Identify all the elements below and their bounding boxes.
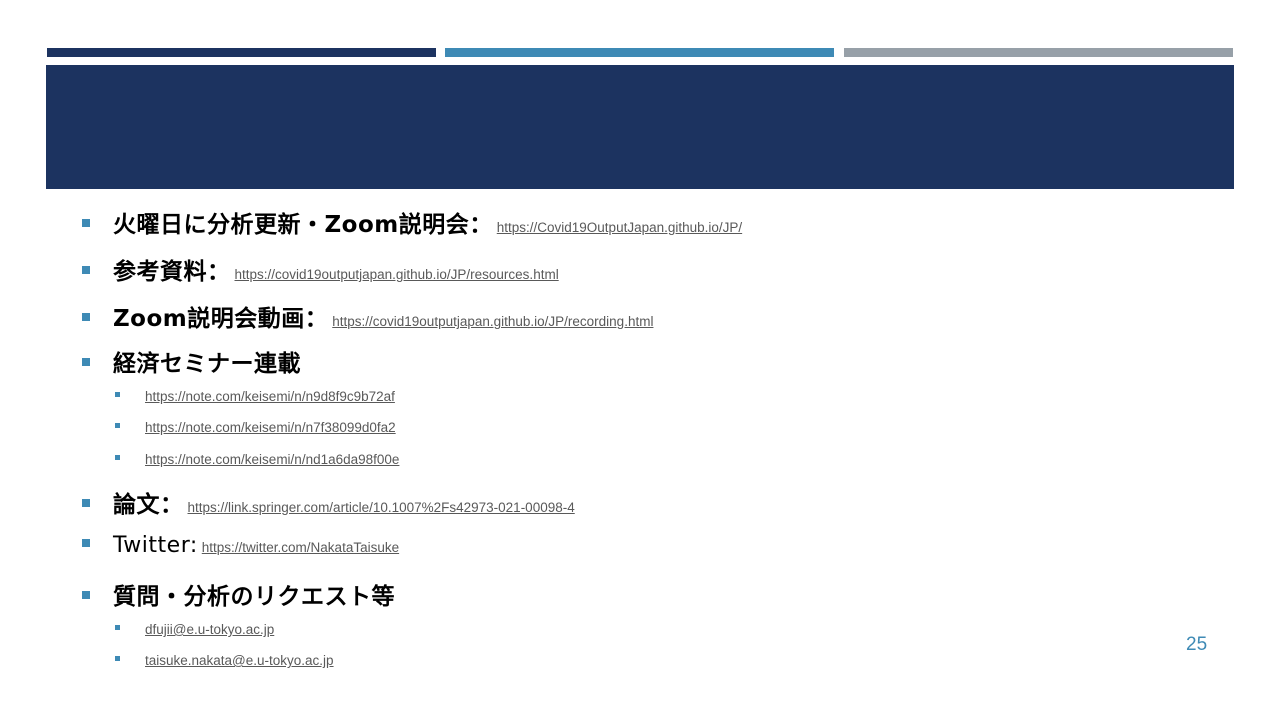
bullet-icon: [82, 358, 90, 366]
item-label: 火曜日に分析更新・Zoom説明会：: [113, 212, 493, 238]
item-label: Zoom説明会動画：: [113, 306, 329, 332]
link-twitter[interactable]: https://twitter.com/NakataTaisuke: [202, 540, 399, 555]
item-label: 参考資料：: [113, 259, 231, 285]
link-email-fujii[interactable]: dfujii@e.u-tokyo.ac.jp: [145, 622, 274, 637]
header-stripe-navy: [47, 48, 436, 57]
list-item-twitter: Twitter: https://twitter.com/NakataTaisu…: [82, 533, 399, 558]
link-note-2[interactable]: https://note.com/keisemi/n/n7f38099d0fa2: [145, 420, 396, 435]
link-email-nakata[interactable]: taisuke.nakata@e.u-tokyo.ac.jp: [145, 653, 334, 668]
bullet-icon: [82, 313, 90, 321]
link-note-3[interactable]: https://note.com/keisemi/n/nd1a6da98f00e: [145, 452, 399, 467]
item-label: 質問・分析のリクエスト等: [113, 584, 395, 610]
bullet-icon: [82, 499, 90, 507]
bullet-icon: [82, 539, 90, 547]
header-stripe-blue: [445, 48, 834, 57]
list-item-resources: 参考資料： https://covid19outputjapan.github.…: [82, 252, 559, 286]
link-recording[interactable]: https://covid19outputjapan.github.io/JP/…: [332, 314, 653, 329]
sub-list-item: taisuke.nakata@e.u-tokyo.ac.jp: [115, 653, 334, 668]
list-item-seminar-series: 経済セミナー連載: [82, 344, 301, 378]
sub-list-item: dfujii@e.u-tokyo.ac.jp: [115, 622, 274, 637]
bullet-icon: [82, 266, 90, 274]
sub-list-item: https://note.com/keisemi/n/n9d8f9c9b72af: [115, 389, 395, 404]
list-item-paper: 論文： https://link.springer.com/article/10…: [82, 485, 575, 519]
sub-bullet-icon: [115, 625, 120, 630]
link-github-jp[interactable]: https://Covid19OutputJapan.github.io/JP/: [497, 220, 742, 235]
sub-bullet-icon: [115, 392, 120, 397]
sub-list-item: https://note.com/keisemi/n/n7f38099d0fa2: [115, 420, 396, 435]
list-item-zoom-video: Zoom説明会動画： https://covid19outputjapan.gi…: [82, 299, 653, 333]
sub-list-item: https://note.com/keisemi/n/nd1a6da98f00e: [115, 452, 399, 467]
link-note-1[interactable]: https://note.com/keisemi/n/n9d8f9c9b72af: [145, 389, 395, 404]
list-item-requests: 質問・分析のリクエスト等: [82, 577, 395, 611]
item-label: Twitter:: [113, 533, 198, 558]
sub-bullet-icon: [115, 455, 120, 460]
page-number: 25: [1186, 634, 1208, 655]
bullet-icon: [82, 591, 90, 599]
list-item-analysis-update: 火曜日に分析更新・Zoom説明会： https://Covid19OutputJ…: [82, 205, 742, 239]
link-resources[interactable]: https://covid19outputjapan.github.io/JP/…: [235, 267, 559, 282]
item-label: 経済セミナー連載: [113, 351, 301, 377]
sub-bullet-icon: [115, 656, 120, 661]
sub-bullet-icon: [115, 423, 120, 428]
link-springer[interactable]: https://link.springer.com/article/10.100…: [188, 500, 575, 515]
title-band: [46, 65, 1234, 189]
bullet-icon: [82, 219, 90, 227]
item-label: 論文：: [113, 492, 184, 518]
header-stripe-gray: [844, 48, 1233, 57]
